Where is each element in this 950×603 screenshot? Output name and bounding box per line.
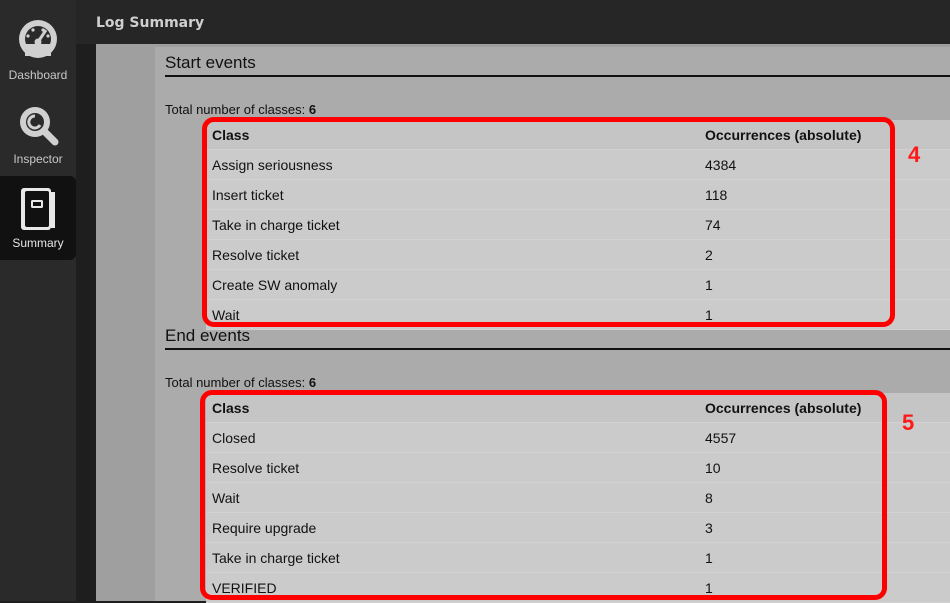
end-events-table: Class Occurrences (absolute) Closed 4557… [206,393,950,603]
nav-dashboard[interactable]: Dashboard [0,8,76,92]
class-cell: Wait [206,482,699,513]
occurrence-cell: 3 [699,512,950,543]
class-cell: VERIFIED [206,572,699,603]
magnifier-icon [20,107,59,146]
dashboard-gauge-icon [19,20,57,58]
start-events-total: Total number of classes: 6 [165,102,316,117]
table-row: Resolve ticket 2 [206,239,950,270]
end-events-divider [165,348,950,350]
table-row: Wait 8 [206,482,950,513]
column-header-class: Class [206,120,699,150]
table-header-row: Class Occurrences (absolute) [206,393,950,423]
table-row: Take in charge ticket 74 [206,209,950,240]
class-cell: Resolve ticket [206,452,699,483]
start-events-divider [165,75,950,77]
class-cell: Insert ticket [206,179,699,210]
class-cell: Require upgrade [206,512,699,543]
nav-summary-label: Summary [12,236,64,250]
table-row: Assign seriousness 4384 [206,149,950,180]
occurrence-cell: 10 [699,452,950,483]
end-events-total-value: 6 [308,375,317,390]
class-cell: Take in charge ticket [206,542,699,573]
page-title: Log Summary [96,15,205,31]
table-row: Take in charge ticket 1 [206,542,950,573]
end-events-annotation: 5 [902,410,915,435]
end-events-title: End events [165,326,251,345]
occurrence-cell: 1 [699,542,950,573]
table-row: VERIFIED 1 [206,572,950,603]
column-header-class: Class [206,393,699,423]
start-events-total-label: Total number of classes: [165,102,306,117]
class-cell: Create SW anomaly [206,269,699,300]
nav-inspector-label: Inspector [13,152,63,166]
table-row: Resolve ticket 10 [206,452,950,483]
start-events-table: Class Occurrences (absolute) Assign seri… [206,120,950,330]
main-content[interactable]: Start events Total number of classes: 6 … [96,44,950,603]
occurrence-cell: 8 [699,482,950,513]
summary-panel: Start events Total number of classes: 6 … [155,47,950,603]
table-row: Closed 4557 [206,422,950,453]
start-events-total-value: 6 [308,102,317,117]
nav-dashboard-label: Dashboard [8,68,68,82]
notebook-icon [21,188,55,230]
occurrence-cell: 118 [699,179,950,210]
class-cell: Closed [206,422,699,453]
start-events-annotation: 4 [908,142,921,167]
class-cell: Resolve ticket [206,239,699,270]
occurrence-cell: 74 [699,209,950,240]
class-cell: Wait [206,299,699,330]
occurrence-cell: 1 [699,572,950,603]
nav-summary[interactable]: Summary [0,176,76,260]
table-row: Insert ticket 118 [206,179,950,210]
occurrence-cell: 1 [699,299,950,330]
occurrence-cell: 2 [699,239,950,270]
occurrence-cell: 1 [699,269,950,300]
table-row: Create SW anomaly 1 [206,269,950,300]
end-events-total-label: Total number of classes: [165,375,306,390]
table-row: Wait 1 [206,299,950,330]
sidebar: Dashboard Inspector Summary [0,0,76,601]
start-events-title: Start events [165,53,256,72]
nav-inspector[interactable]: Inspector [0,92,76,176]
class-cell: Assign seriousness [206,149,699,180]
header-bar: Log Summary [76,0,950,44]
end-events-total: Total number of classes: 6 [165,375,316,390]
table-row: Require upgrade 3 [206,512,950,543]
table-header-row: Class Occurrences (absolute) [206,120,950,150]
class-cell: Take in charge ticket [206,209,699,240]
